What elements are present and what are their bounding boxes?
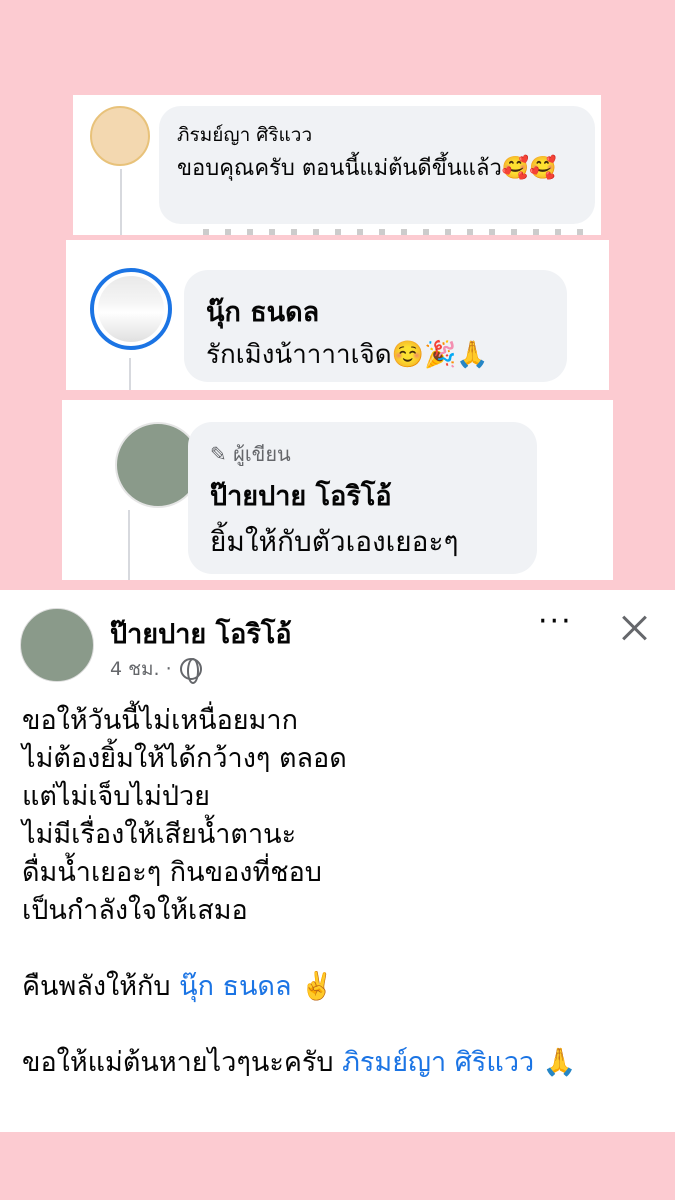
post-body: ขอให้วันนี้ไม่เหนื่อยมาก ไม่ต้องยิ้มให้ไ…: [22, 702, 576, 1082]
post-line: ดื่มน้ำเยอะๆ กินของที่ชอบ: [22, 857, 322, 888]
post-line-wish: ขอให้แม่ต้นหายไวๆนะครับ ภิรมย์ญา ศิริแวว…: [22, 1044, 576, 1082]
post-line: ไม่มีเรื่องให้เสียน้ำตานะ: [22, 819, 297, 850]
comment-text: ขอบคุณครับ ตอนนี้แม่ต้นดีขึ้นแล้ว🥰🥰: [177, 156, 557, 181]
comment-text: รักเมิงน้าาาาเจิด☺️🎉🙏: [206, 340, 489, 370]
comment-card-2: นุ๊ก ธนดล รักเมิงน้าาาาเจิด☺️🎉🙏: [66, 240, 609, 390]
thread-line: [128, 510, 130, 580]
comment-card-3: ✎ ผู้เขียน ป๊ายปาย โอริโอ้ ยิ้มให้กับตัว…: [62, 400, 613, 580]
post-avatar[interactable]: [20, 608, 94, 682]
post-meta: 4 ชม. ·: [110, 654, 202, 684]
comment-text: ยิ้มให้กับตัวเองเยอะๆ: [210, 525, 459, 558]
comment-card-1: ภิรมย์ญา ศิริแวว ขอบคุณครับ ตอนนี้แม่ต้น…: [73, 95, 601, 235]
globe-icon: [179, 658, 202, 684]
text-prefix: คืนพลังให้กับ: [22, 971, 180, 1002]
avatar[interactable]: [90, 268, 172, 350]
post-line: ไม่ต้องยิ้มให้ได้กว้างๆ ตลอด: [22, 743, 347, 774]
post-line: เป็นกำลังใจให้เสมอ: [22, 895, 248, 926]
text-suffix: ✌️: [291, 971, 334, 1002]
author-badge: ✎ ผู้เขียน: [210, 442, 291, 466]
thread-line: [129, 358, 131, 390]
post-line: ขอให้วันนี้ไม่เหนื่อยมาก: [22, 705, 298, 736]
post-line: แต่ไม่เจ็บไม่ป่วย: [22, 781, 210, 812]
text-suffix: 🙏: [534, 1047, 577, 1078]
comment-bubble: นุ๊ก ธนดล รักเมิงน้าาาาเจิด☺️🎉🙏: [184, 270, 567, 382]
post-line-power: คืนพลังให้กับ นุ๊ก ธนดล ✌️: [22, 968, 576, 1006]
mention-link[interactable]: ภิรมย์ญา ศิริแวว: [342, 1047, 534, 1078]
comment-bubble: ภิรมย์ญา ศิริแวว ขอบคุณครับ ตอนนี้แม่ต้น…: [159, 106, 595, 224]
comment-author[interactable]: นุ๊ก ธนดล: [206, 290, 319, 333]
thread-line: [120, 169, 122, 235]
more-options-icon[interactable]: ···: [538, 607, 573, 637]
post-author[interactable]: ป๊ายปาย โอริโอ้: [110, 612, 292, 655]
cropped-edge: [203, 229, 593, 235]
avatar[interactable]: [90, 106, 150, 166]
mention-link[interactable]: นุ๊ก ธนดล: [179, 971, 291, 1002]
comment-author[interactable]: ป๊ายปาย โอริโอ้: [210, 474, 392, 517]
comment-author[interactable]: ภิรมย์ญา ศิริแวว: [177, 120, 312, 150]
post-card: ป๊ายปาย โอริโอ้ 4 ชม. · ··· ขอให้วันนี้ไ…: [0, 590, 675, 1132]
close-icon[interactable]: [616, 610, 652, 646]
text-prefix: ขอให้แม่ต้นหายไวๆนะครับ: [22, 1047, 343, 1078]
comment-bubble: ✎ ผู้เขียน ป๊ายปาย โอริโอ้ ยิ้มให้กับตัว…: [188, 422, 537, 574]
post-time[interactable]: 4 ชม. ·: [110, 654, 172, 684]
